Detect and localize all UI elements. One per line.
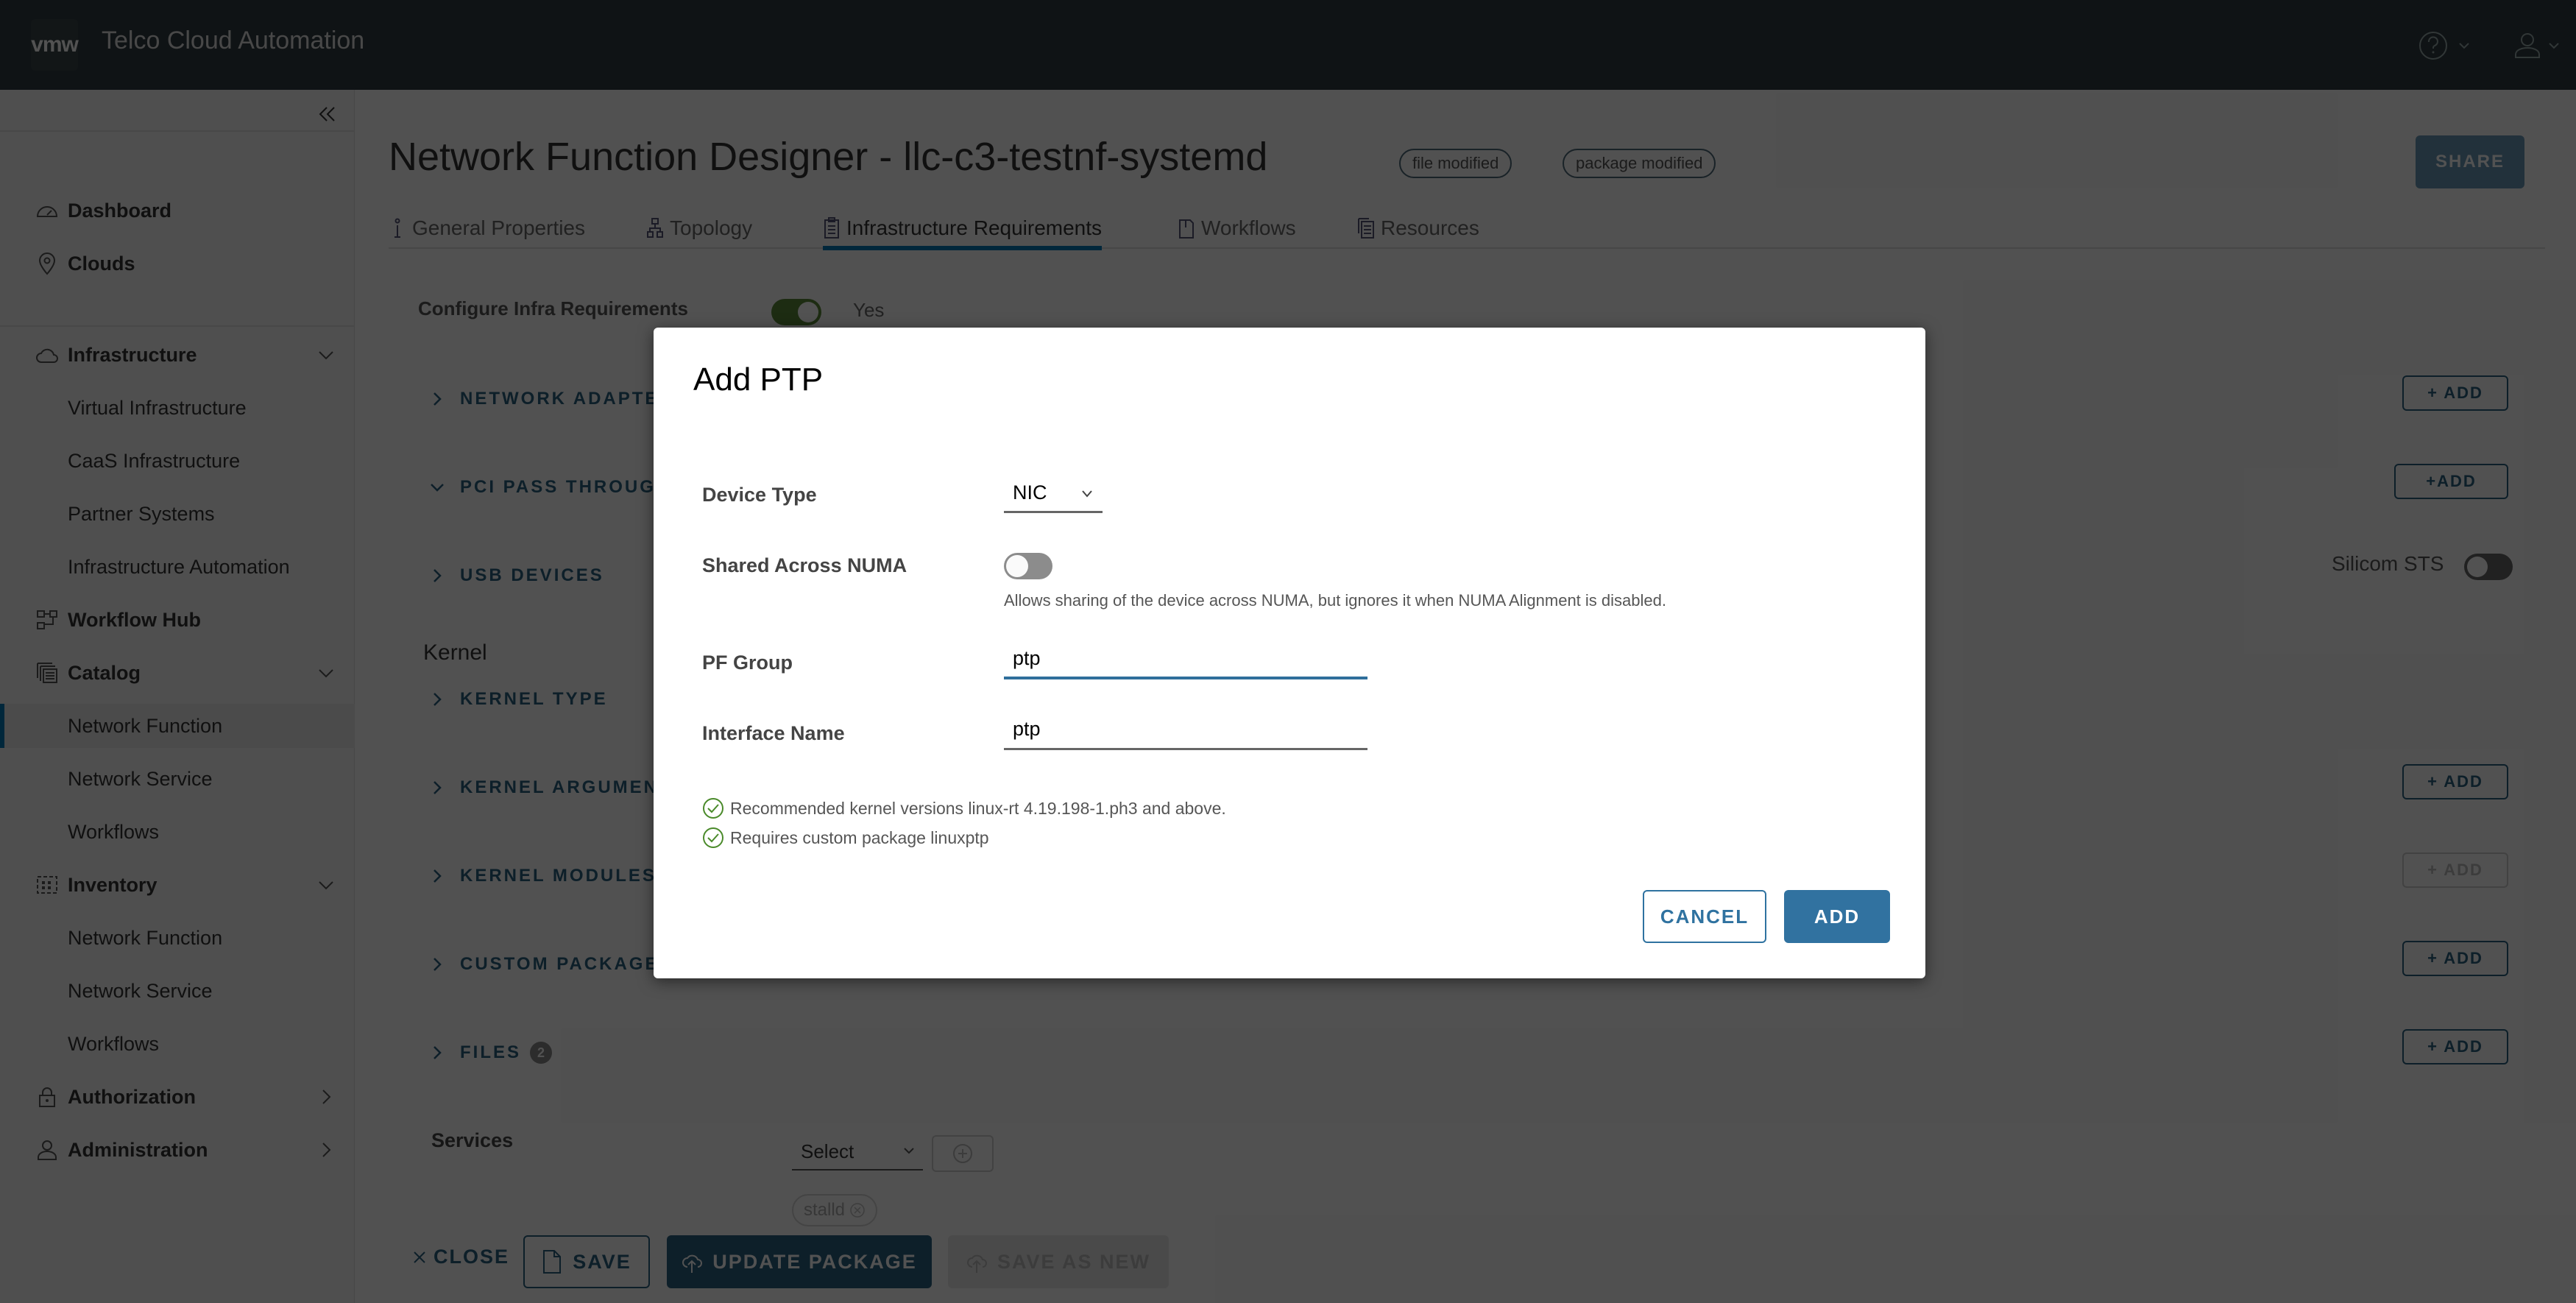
custom-package-note: Requires custom package linuxptp (702, 827, 989, 849)
pf-group-input[interactable] (1004, 640, 1367, 679)
shared-numa-label: Shared Across NUMA (702, 554, 907, 576)
shared-numa-help: Allows sharing of the device across NUMA… (1004, 591, 1666, 610)
check-circle-icon (703, 798, 723, 819)
device-type-label: Device Type (702, 484, 817, 506)
modal-title: Add PTP (693, 361, 824, 398)
add-ptp-modal: Add PTP Device Type NIC Shared Across NU… (654, 328, 1925, 978)
note-text: Recommended kernel versions linux-rt 4.1… (730, 798, 1226, 818)
interface-name-input[interactable] (1004, 710, 1367, 750)
chevron-down-icon (1082, 490, 1092, 498)
device-type-value: NIC (1013, 481, 1047, 504)
interface-name-label: Interface Name (702, 722, 845, 744)
kernel-recommendation-note: Recommended kernel versions linux-rt 4.1… (702, 797, 1226, 819)
note-text: Requires custom package linuxptp (730, 827, 989, 847)
shared-numa-toggle[interactable] (1004, 553, 1052, 579)
add-button[interactable]: ADD (1784, 890, 1890, 943)
cancel-button[interactable]: CANCEL (1643, 890, 1766, 943)
pf-group-label: PF Group (702, 652, 793, 674)
device-type-select[interactable]: NIC (1004, 475, 1103, 513)
check-circle-icon (703, 827, 723, 848)
